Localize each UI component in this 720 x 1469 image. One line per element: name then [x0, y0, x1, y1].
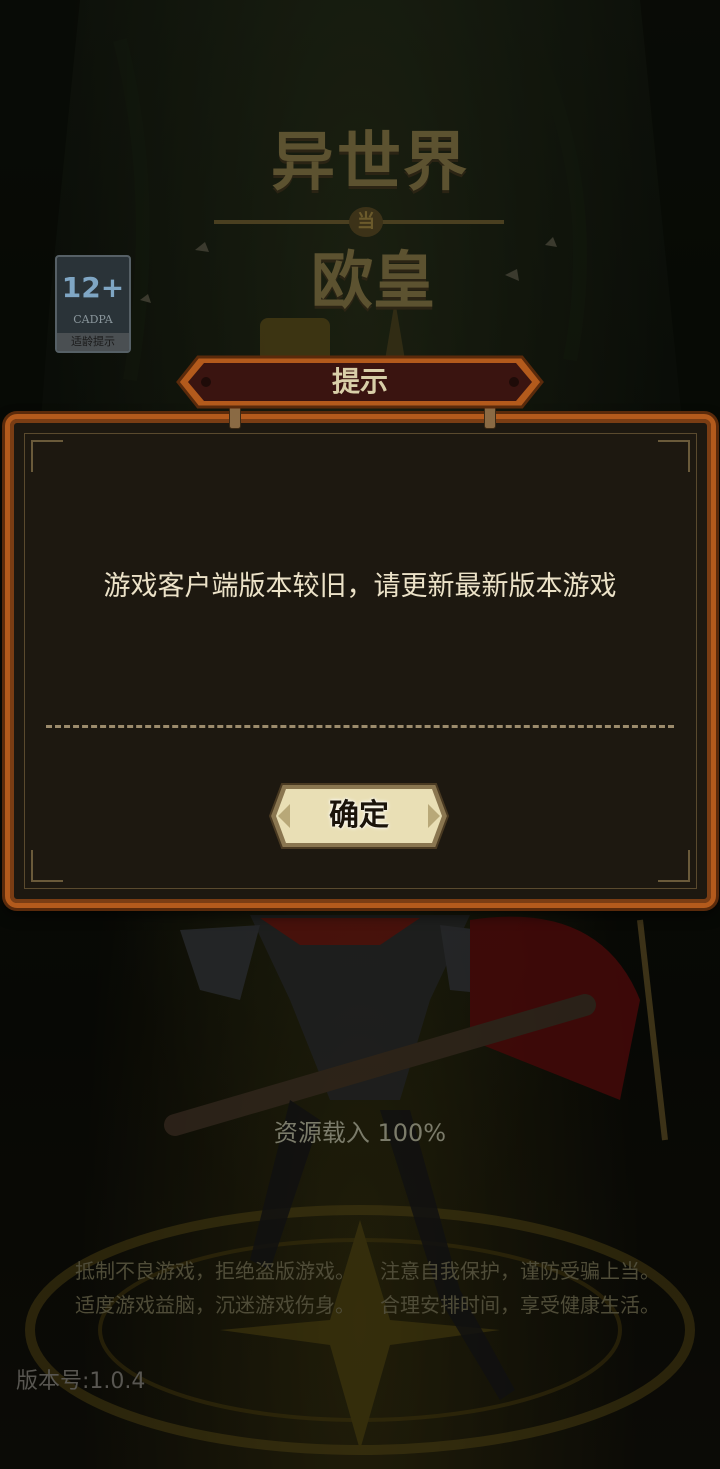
corner-ornament [658, 850, 690, 882]
dialog-message: 游戏客户端版本较旧，请更新最新版本游戏 [103, 571, 617, 602]
corner-ornament [31, 850, 63, 882]
health-notice-line: 抵制不良游戏，拒绝盗版游戏。 [75, 1259, 355, 1283]
dialog-title: 提示 [331, 365, 388, 398]
version-label: 版本号:1.0.4 [16, 1369, 146, 1394]
age-rating-badge: 12+ CADPA 适龄提示 [55, 255, 131, 353]
dialog-title-plate: 提示 [176, 355, 544, 409]
age-rating-org: CADPA [73, 313, 113, 326]
age-rating-tip: 适龄提示 [57, 333, 129, 351]
health-notice-line: 适度游戏益脑，沉迷游戏伤身。 [75, 1293, 355, 1317]
health-notice-line: 合理安排时间，享受健康生活。 [380, 1293, 660, 1317]
health-notice-line: 注意自我保护，谨防受骗上当。 [380, 1259, 660, 1283]
game-logo-subtitle: 欧皇 [310, 244, 435, 317]
dashed-divider [46, 725, 674, 728]
age-rating-label: 12+ [61, 271, 125, 304]
corner-ornament [31, 440, 63, 472]
corner-ornament [658, 440, 690, 472]
loading-status: 资源载入 100% [273, 1119, 447, 1147]
confirm-button-label: 确定 [329, 798, 389, 833]
game-logo-title: 异世界 [271, 125, 469, 200]
confirm-button[interactable]: 确定 [268, 782, 450, 850]
